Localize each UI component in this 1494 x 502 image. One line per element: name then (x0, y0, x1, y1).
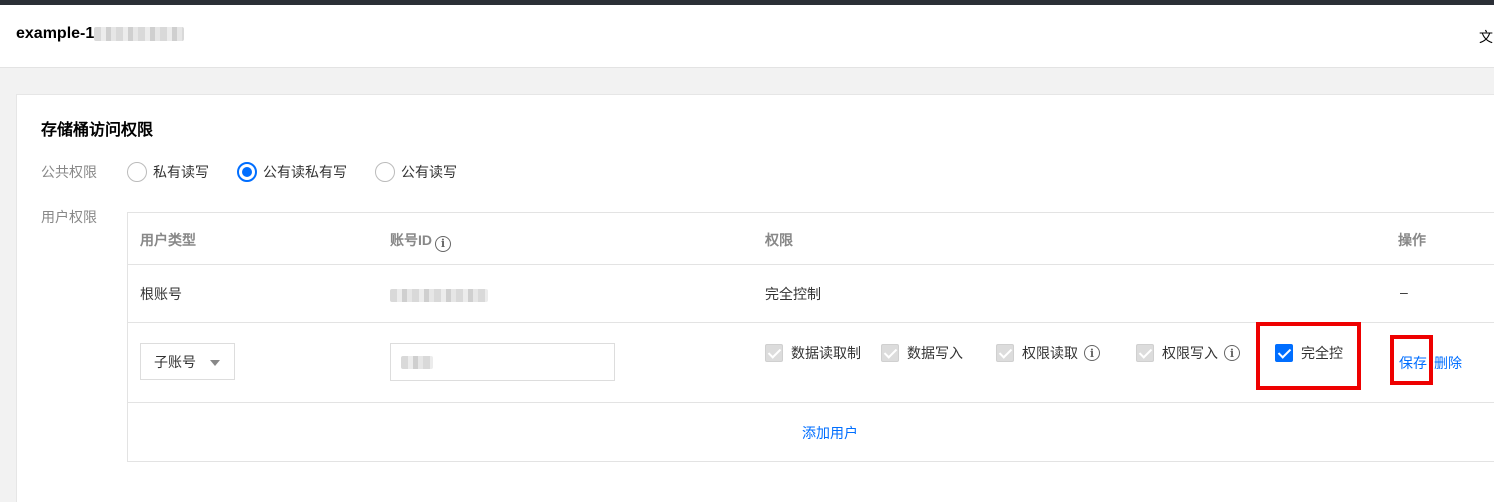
card-title: 存储桶访问权限 (41, 122, 154, 139)
perm-data-write[interactable]: 数据写入 (881, 343, 963, 363)
table-row-root-account: 根账号 完全控制 – (128, 265, 1494, 323)
chevron-down-icon (210, 360, 220, 366)
info-icon[interactable]: i (1224, 345, 1240, 361)
column-header-action: 操作 (1398, 232, 1426, 248)
checkbox-acl-read[interactable] (996, 344, 1014, 362)
account-id-input[interactable] (390, 343, 615, 381)
highlight-box-save (1390, 335, 1433, 385)
bucket-name-text: example-1 (16, 25, 95, 42)
perm-label: 权限读取 (1022, 345, 1078, 361)
highlight-box-full-control (1256, 322, 1361, 390)
redacted-input-value (401, 356, 433, 369)
radio-label: 公有读写 (401, 164, 457, 180)
public-permission-label: 公共权限 (41, 164, 97, 180)
perm-acl-write[interactable]: 权限写入 i (1136, 343, 1240, 363)
user-type-select[interactable]: 子账号 (140, 343, 235, 380)
root-permission: 完全控制 (765, 286, 821, 302)
checkbox-data-write[interactable] (881, 344, 899, 362)
info-icon[interactable]: i (1084, 345, 1100, 361)
add-user-link[interactable]: 添加用户 (802, 423, 858, 443)
column-header-user-type: 用户类型 (140, 232, 196, 248)
radio-circle (375, 162, 395, 182)
radio-label: 公有读私有写 (263, 164, 347, 180)
delete-link[interactable]: 删除 (1434, 353, 1462, 373)
radio-private-read-write[interactable]: 私有读写 (127, 162, 209, 182)
radio-circle-checked (237, 162, 257, 182)
root-action-placeholder: – (1400, 284, 1408, 300)
redacted-bucket-suffix (94, 26, 185, 41)
column-header-account-id-text: 账号ID (390, 232, 432, 248)
radio-label: 私有读写 (153, 164, 209, 180)
radio-public-read-write[interactable]: 公有读写 (375, 162, 457, 182)
table-header-row: 用户类型 账号ID i 权限 操作 (128, 213, 1494, 265)
perm-label: 数据读取制 (791, 345, 861, 361)
bucket-name: example-1 (16, 25, 185, 43)
info-icon[interactable]: i (435, 235, 451, 252)
user-type-select-value: 子账号 (154, 353, 196, 370)
perm-label: 权限写入 (1162, 345, 1218, 361)
root-account-id (390, 286, 488, 302)
bucket-permission-card: 存储桶访问权限 公共权限 私有读写 公有读私有写 公有读写 用户权限 用户类型 … (16, 94, 1494, 502)
perm-label: 数据写入 (907, 345, 963, 361)
perm-acl-read[interactable]: 权限读取 i (996, 343, 1100, 363)
radio-public-read-private-write[interactable]: 公有读私有写 (237, 162, 347, 182)
header-doc-link[interactable]: 文 (1479, 27, 1493, 47)
redacted-account-id (390, 288, 488, 302)
radio-circle (127, 162, 147, 182)
checkbox-data-read[interactable] (765, 344, 783, 362)
column-header-permission: 权限 (765, 232, 793, 248)
public-permission-radio-group: 私有读写 公有读私有写 公有读写 (127, 162, 485, 182)
page-header: example-1 文 (0, 5, 1494, 68)
perm-data-read[interactable]: 数据读取制 (765, 343, 865, 363)
column-header-account-id: 账号ID i (390, 230, 451, 252)
user-permission-label: 用户权限 (41, 209, 97, 225)
checkbox-acl-write[interactable] (1136, 344, 1154, 362)
root-user-type: 根账号 (140, 286, 182, 302)
